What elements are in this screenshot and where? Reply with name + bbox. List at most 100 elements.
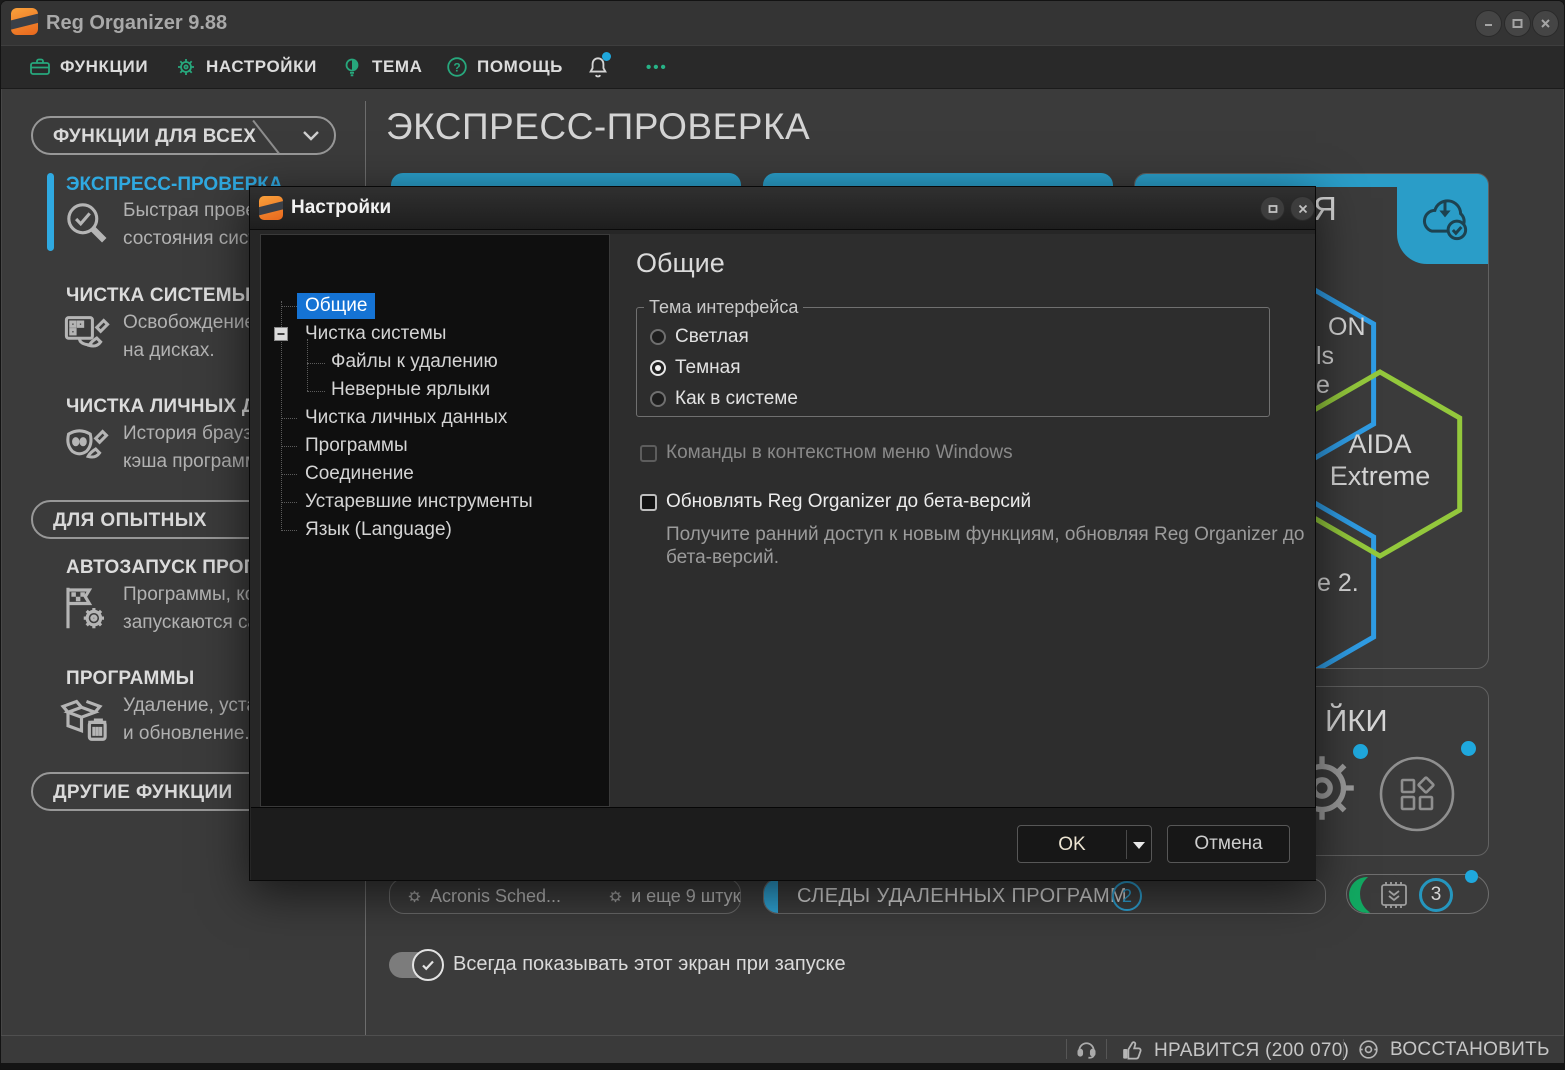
radio-system[interactable]: Как в системе [650,388,798,410]
notification-dot [602,52,611,61]
menu-theme[interactable]: ТЕМА [340,55,423,79]
dialog-titlebar[interactable]: Настройки [250,187,1315,230]
briefcase-icon [28,55,52,79]
radio-label: Темная [675,357,741,379]
statusbar-separator [1066,1039,1067,1059]
sidebar-item-desc-line1: Быстрая прове [123,200,256,222]
autostart-entry[interactable]: Acronis Sched... [406,886,561,907]
tree-connector [281,418,297,419]
mask-brush-icon [61,420,113,472]
tree-connector [281,502,297,503]
close-icon [1539,17,1552,30]
content-heading: Общие [636,248,725,279]
radio-icon [650,329,666,345]
checkbox-icon [640,494,657,511]
svg-text:?: ? [453,61,460,75]
menu-functions-label: ФУНКЦИИ [60,57,148,77]
cancel-button-label: Отмена [1194,833,1262,855]
tree-item-language[interactable]: Язык (Language) [305,519,452,541]
panel-heading-fragment: ЙКИ [1325,703,1388,739]
box-trash-icon [59,692,113,746]
checkbox-beta-updates[interactable]: Обновлять Reg Organizer до бета-версий [640,491,1031,513]
hex-text-fragment: е 2. [1317,569,1359,598]
tree-item-legacy-tools[interactable]: Устаревшие инструменты [305,491,533,513]
tree-item-general[interactable]: Общие [297,293,375,319]
menu-theme-label: ТЕМА [372,57,423,77]
notifications-button[interactable] [585,54,613,82]
traces-accent-bar [764,879,778,914]
tree-connector [281,530,297,531]
menu-more-button[interactable]: ••• [646,59,668,76]
tree-item-connection[interactable]: Соединение [305,463,414,485]
ok-button-label[interactable]: OK [1018,834,1126,856]
lightbulb-icon [340,55,364,79]
chevron-down-icon [301,129,321,143]
menu-settings[interactable]: НАСТРОЙКИ [174,55,317,79]
dialog-logo-icon [259,196,283,220]
window-bottom-strip [1,1063,1565,1070]
support-headset-icon[interactable] [1075,1038,1098,1061]
checkbox-label: Команды в контекстном меню Windows [666,442,1013,464]
sidebar-item-title: ЧИСТКА ЛИЧНЫХ ДА [66,396,270,418]
menu-settings-label: НАСТРОЙКИ [206,57,317,77]
traces-panel[interactable]: СЛЕДЫ УДАЛЕННЫХ ПРОГРАММ 2 [763,878,1326,914]
sidebar-group-other-label: ДРУГИЕ ФУНКЦИИ [53,782,233,804]
ok-dropdown-divider [1126,830,1127,859]
autostart-entry-label: Acronis Sched... [430,886,561,907]
gear-small-icon [406,888,423,905]
maximize-icon [1511,17,1524,30]
hex-text-fragment: e [1316,371,1330,400]
startup-toggle-label: Всегда показывать этот экран при запуске [453,953,846,976]
dialog-minimize-icon [1267,203,1279,215]
minimize-button[interactable] [1475,10,1502,37]
dialog-title: Настройки [291,197,391,219]
sidebar-item-desc-line2: на дисках. [123,340,215,362]
tree-connector [281,474,297,475]
radio-light[interactable]: Светлая [650,326,749,348]
dialog-tree-panel: Общие Чистка системы Файлы к удалению Не… [260,234,610,807]
apps-circle-icon[interactable] [1378,755,1456,833]
restore-button[interactable]: ВОССТАНОВИТЬ [1357,1038,1550,1061]
sidebar-group-all-label: ФУНКЦИИ ДЛЯ ВСЕХ [53,126,256,148]
tree-expander-minus[interactable] [274,327,288,341]
maximize-button[interactable] [1504,10,1531,37]
like-button[interactable]: НРАВИТСЯ (200 070) [1119,1038,1349,1063]
autostart-summary-panel[interactable]: Acronis Sched... и еще 9 штук [389,878,741,914]
chip-icon [1377,879,1411,911]
tree-connector [307,363,325,364]
toggle-knob[interactable] [412,949,444,981]
window-title: Reg Organizer 9.88 [46,12,227,35]
menu-help[interactable]: ? ПОМОЩЬ [445,55,563,79]
hex-aida-label: AIDA [1300,429,1460,460]
minimize-icon [1482,17,1495,30]
traces-count-badge: 2 [1112,881,1142,911]
dialog-minimize-button[interactable] [1260,196,1285,221]
autostart-more-entry[interactable]: и еще 9 штук [607,886,740,907]
radio-icon [650,391,666,407]
tree-item-privacy-clean[interactable]: Чистка личных данных [305,407,507,429]
sidebar-item-desc-line1: Программы, ко [123,584,255,606]
menu-functions[interactable]: ФУНКЦИИ [28,55,148,79]
settings-dialog: Настройки Общие [249,186,1316,881]
tree-item-files-to-delete[interactable]: Файлы к удалению [331,351,498,373]
autostart-more-label: и еще 9 штук [631,886,740,907]
monitor-brush-icon [61,309,113,361]
tree-item-programs[interactable]: Программы [305,435,408,457]
traces-label: СЛЕДЫ УДАЛЕННЫХ ПРОГРАММ [797,885,1127,908]
radio-dark[interactable]: Темная [650,357,741,379]
dialog-close-button[interactable] [1290,196,1315,221]
badge-dot [1465,870,1478,883]
beta-note-line1: Получите ранний доступ к новым функциям,… [666,524,1304,546]
cancel-button[interactable]: Отмена [1167,825,1290,863]
ok-dropdown-arrow[interactable] [1133,842,1145,849]
sidebar-item-desc-line1: Удаление, уста [123,695,257,717]
close-button[interactable] [1532,10,1559,37]
sidebar-item-desc-line2: и обновление. [123,723,250,745]
tree-item-system-clean[interactable]: Чистка системы [305,323,446,345]
restore-icon [1357,1038,1380,1061]
ok-split-button[interactable]: OK [1017,825,1152,863]
tree-item-invalid-shortcuts[interactable]: Неверные ярлыки [331,379,490,401]
sidebar-group-all-button[interactable]: ФУНКЦИИ ДЛЯ ВСЕХ [31,116,336,155]
pill-slash [252,120,279,154]
sidebar-item-desc-line2: состояния сист [123,228,257,250]
